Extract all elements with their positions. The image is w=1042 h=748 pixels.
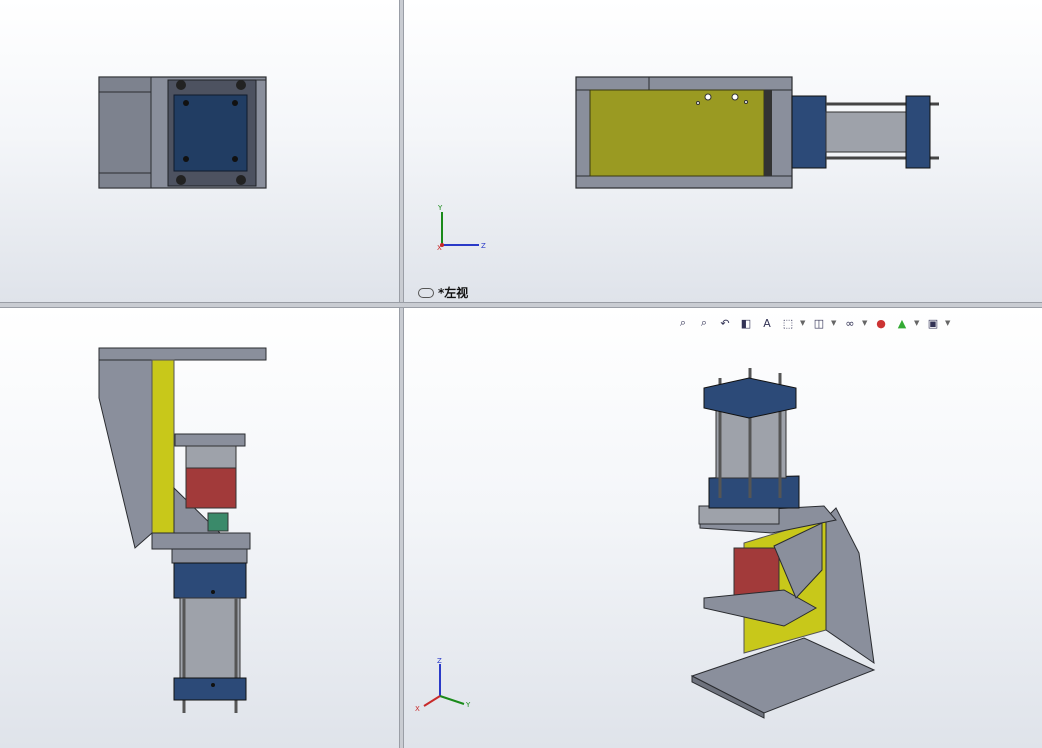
svg-text:X: X [415,705,420,713]
top-view-drawing [98,76,267,189]
view-name-label: *左视 [418,284,468,301]
svg-text:X: X [437,244,442,252]
viewport-isometric[interactable]: ⌕ ⌕ ↶ ◧ A ⬚ ▼ ◫ ▼ ∞ ▼ ● ▲ ▼ ▣ ▼ Z Y X [404,308,1042,748]
left-view-drawing [98,347,267,713]
viewport-front[interactable]: Y Z X *左视 [404,0,1042,302]
isometric-view-drawing [690,368,876,719]
svg-text:Y: Y [465,701,471,709]
svg-text:Y: Y [437,204,443,212]
horizontal-viewport-splitter[interactable] [0,302,1042,308]
active-view-name: *左视 [438,286,469,300]
svg-text:Z: Z [481,242,486,250]
vertical-viewport-splitter[interactable] [399,0,404,748]
triad-front: Y Z X [437,204,486,252]
svg-text:Z: Z [437,657,442,665]
graphics-area[interactable]: Y Z X *左视 ⌕ ⌕ ↶ ◧ A ⬚ ▼ ◫ ▼ ∞ ▼ ● ▲ ▼ ▣ … [0,0,1042,748]
triad-isometric: Z Y X [415,657,471,713]
link-views-icon[interactable] [418,287,434,298]
viewport-top[interactable] [0,0,399,302]
viewport-left[interactable] [0,308,399,748]
